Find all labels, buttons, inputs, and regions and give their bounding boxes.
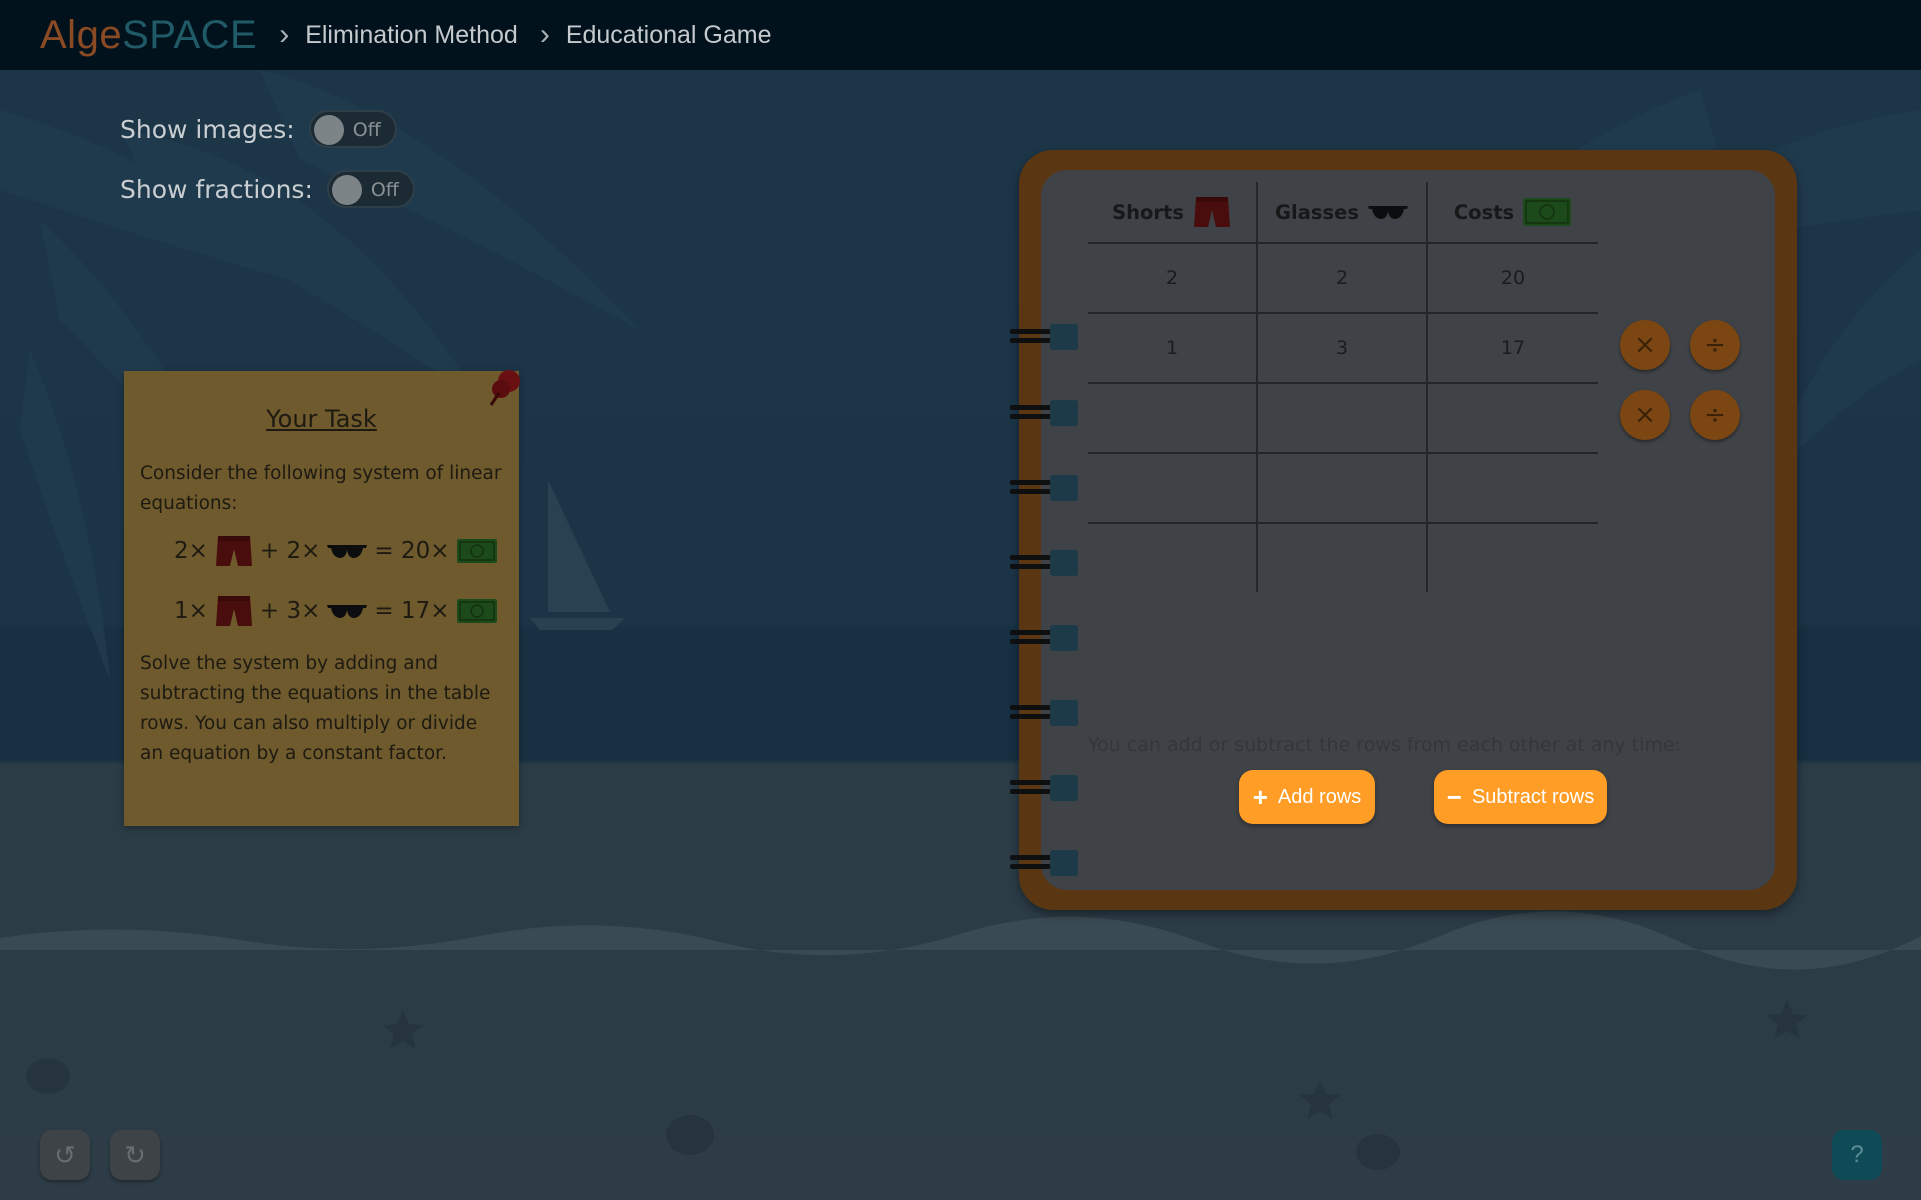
- table-row: [1088, 382, 1598, 452]
- eq-total: = 20×: [374, 538, 450, 564]
- notebook-ring: [1010, 550, 1078, 576]
- eq-coef: + 3×: [259, 598, 321, 624]
- logo-text-space: SPACE: [122, 12, 258, 57]
- glasses-icon: [1367, 206, 1408, 219]
- glasses-icon: [327, 605, 368, 618]
- add-rows-label: Add rows: [1277, 785, 1362, 808]
- chevron-right-icon: ›: [539, 18, 550, 51]
- app-logo[interactable]: AlgeSPACE: [40, 13, 257, 58]
- show-fractions-setting: Show fractions: Off: [120, 170, 415, 208]
- table-cell[interactable]: [1088, 384, 1258, 452]
- undo-icon: ↺: [54, 1139, 76, 1170]
- breadcrumb-educational-game: Educational Game: [565, 20, 772, 49]
- task-note: Your Task Consider the following system …: [124, 370, 520, 826]
- logo-text-alge: Alge: [40, 12, 123, 57]
- table-cell[interactable]: [1428, 524, 1598, 592]
- table-cell[interactable]: 17: [1428, 314, 1598, 382]
- show-images-setting: Show images: Off: [120, 110, 397, 148]
- notebook-ring: [1010, 400, 1078, 426]
- eq-total: = 17×: [374, 598, 450, 624]
- row-1-actions: × ÷: [1620, 320, 1760, 370]
- table-cell[interactable]: 1: [1088, 314, 1258, 382]
- subtract-rows-button[interactable]: − Subtract rows: [1434, 770, 1607, 824]
- header-label: Costs: [1453, 200, 1515, 224]
- notebook-ring: [1010, 775, 1078, 801]
- show-fractions-toggle[interactable]: Off: [326, 170, 415, 208]
- task-instructions: Solve the system by adding and subtracti…: [140, 653, 491, 764]
- header-shorts: Shorts: [1088, 182, 1258, 242]
- top-bar: AlgeSPACE › Elimination Method › Educati…: [0, 0, 1921, 70]
- task-title: Your Task: [266, 405, 377, 433]
- show-fractions-label: Show fractions:: [120, 174, 313, 204]
- equation-2: 1× + 3× = 17×: [174, 583, 519, 639]
- table-row: 1 3 17: [1088, 312, 1598, 382]
- pushpin-icon: [489, 370, 520, 406]
- redo-button[interactable]: ↻: [110, 1130, 160, 1180]
- undo-button[interactable]: ↺: [40, 1130, 90, 1180]
- show-images-toggle[interactable]: Off: [308, 110, 397, 148]
- table-cell[interactable]: [1428, 454, 1598, 522]
- table-cell[interactable]: [1428, 384, 1598, 452]
- multiply-row-button[interactable]: ×: [1620, 390, 1670, 440]
- subtract-rows-label: Subtract rows: [1471, 785, 1595, 808]
- plus-icon: +: [1252, 781, 1268, 812]
- toggle-knob: [313, 115, 344, 145]
- header-label: Glasses: [1275, 200, 1359, 224]
- table-row: [1088, 522, 1598, 592]
- equation-1: 2× + 2× = 20×: [174, 523, 519, 579]
- task-intro: Consider the following system of linear …: [140, 463, 502, 514]
- notebook-ring: [1010, 475, 1078, 501]
- table-cell[interactable]: [1258, 524, 1428, 592]
- glasses-icon: [327, 545, 368, 558]
- money-icon: [456, 539, 497, 563]
- table-cell[interactable]: 20: [1428, 244, 1598, 312]
- table-row: [1088, 452, 1598, 522]
- table-row: 2 2 20: [1088, 242, 1598, 312]
- header-label: Shorts: [1112, 200, 1184, 224]
- chevron-right-icon: ›: [279, 18, 290, 51]
- divide-row-button[interactable]: ÷: [1690, 320, 1740, 370]
- eq-coef: 2×: [174, 538, 208, 564]
- notebook-ring: [1010, 700, 1078, 726]
- hint-text: You can add or subtract the rows from ea…: [1088, 734, 1681, 756]
- equation-table: Shorts Glasses Costs 2 2 20 1 3 17: [1088, 182, 1598, 592]
- table-cell[interactable]: 3: [1258, 314, 1428, 382]
- table-cell[interactable]: [1088, 524, 1258, 592]
- breadcrumb-elimination-method[interactable]: Elimination Method: [305, 21, 518, 50]
- eq-coef: + 2×: [259, 538, 321, 564]
- row-2-actions: × ÷: [1620, 390, 1760, 440]
- redo-icon: ↻: [124, 1139, 146, 1170]
- shorts-icon: [215, 596, 252, 626]
- shorts-icon: [215, 536, 252, 566]
- shorts-icon: [1193, 197, 1230, 227]
- minus-icon: −: [1446, 781, 1462, 812]
- header-glasses: Glasses: [1258, 182, 1428, 242]
- divide-row-button[interactable]: ÷: [1690, 390, 1740, 440]
- help-icon: ?: [1850, 1141, 1864, 1168]
- table-cell[interactable]: 2: [1258, 244, 1428, 312]
- eq-coef: 1×: [174, 598, 208, 624]
- notebook-ring: [1010, 850, 1078, 876]
- table-cell[interactable]: 2: [1088, 244, 1258, 312]
- toggle-state-text: Off: [370, 179, 399, 201]
- table-cell[interactable]: [1088, 454, 1258, 522]
- money-icon: [1523, 198, 1572, 226]
- multiply-row-button[interactable]: ×: [1620, 320, 1670, 370]
- add-rows-button[interactable]: + Add rows: [1239, 770, 1375, 824]
- show-images-label: Show images:: [120, 114, 295, 144]
- header-costs: Costs: [1428, 182, 1598, 242]
- toggle-knob: [331, 175, 362, 205]
- table-cell[interactable]: [1258, 454, 1428, 522]
- table-cell[interactable]: [1258, 384, 1428, 452]
- notebook-ring: [1010, 625, 1078, 651]
- toggle-state-text: Off: [352, 119, 381, 141]
- money-icon: [456, 599, 497, 623]
- help-button[interactable]: ?: [1832, 1130, 1882, 1180]
- table-header: Shorts Glasses Costs: [1088, 182, 1598, 242]
- notebook-ring: [1010, 324, 1078, 350]
